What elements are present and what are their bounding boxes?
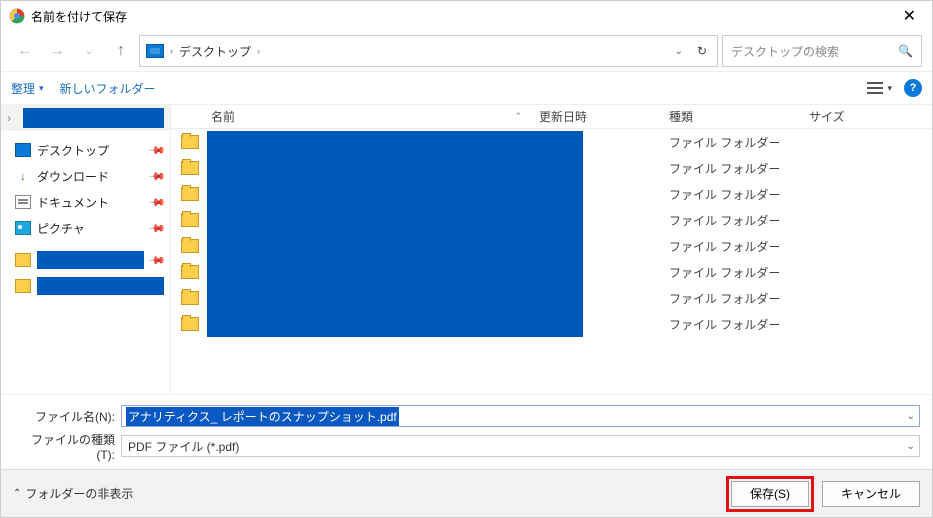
download-icon: ↓ (15, 169, 31, 183)
folder-icon (181, 213, 199, 227)
filetype-value: PDF ファイル (*.pdf) (128, 438, 239, 455)
main-area: › デスクトップ📌↓ダウンロード📌ドキュメント📌ピクチャ📌 📌 (1, 105, 932, 394)
save-button[interactable]: 保存(S) (731, 481, 809, 507)
picture-icon (15, 221, 31, 235)
footer: ⌃ フォルダーの非表示 保存(S) キャンセル (1, 469, 932, 517)
chevron-up-icon: ⌃ (13, 488, 21, 499)
pin-icon: 📌 (148, 193, 167, 212)
hide-folders-toggle[interactable]: ⌃ フォルダーの非表示 (13, 485, 133, 502)
folder-icon (181, 239, 199, 253)
chevron-down-icon: ▾ (39, 83, 44, 94)
folder-icon (181, 187, 199, 201)
redacted-block (37, 277, 164, 295)
up-button[interactable]: ↑ (107, 37, 135, 65)
column-header-date[interactable]: 更新日時 (531, 105, 661, 128)
nav-row: ← → ⌄ ↑ › デスクトップ › ⌄ ↻ デスクトップの検索 🔍 (1, 31, 932, 71)
sidebar-item-label: ドキュメント (37, 194, 144, 211)
app-icon (9, 8, 25, 24)
folder-icon (181, 265, 199, 279)
redacted-block (207, 131, 583, 337)
titlebar: 名前を付けて保存 ✕ (1, 1, 932, 31)
organize-button[interactable]: 整理 ▾ (11, 80, 44, 97)
window-title: 名前を付けて保存 (31, 8, 895, 25)
file-type-cell: ファイル フォルダー (661, 212, 801, 229)
sidebar-item-label: ピクチャ (37, 220, 144, 237)
refresh-icon[interactable]: ↻ (693, 44, 711, 58)
desktop-icon (15, 143, 31, 157)
search-input[interactable]: デスクトップの検索 🔍 (722, 35, 922, 67)
close-icon[interactable]: ✕ (895, 6, 924, 26)
file-list[interactable]: ファイル フォルダーファイル フォルダーファイル フォルダーファイル フォルダー… (171, 129, 932, 394)
view-button[interactable]: ▾ (867, 82, 892, 94)
cancel-button[interactable]: キャンセル (822, 481, 920, 507)
new-folder-button[interactable]: 新しいフォルダー (60, 80, 156, 97)
pin-icon: 📌 (148, 167, 167, 186)
column-header-size[interactable]: サイズ (801, 105, 932, 128)
file-type-cell: ファイル フォルダー (661, 134, 801, 151)
search-placeholder: デスクトップの検索 (731, 43, 839, 60)
sidebar-item-label: デスクトップ (37, 142, 144, 159)
bottom-panel: ファイル名(N): アナリティクス_ レポートのスナップショット.pdf ⌄ フ… (1, 394, 932, 469)
file-type-cell: ファイル フォルダー (661, 238, 801, 255)
file-type-cell: ファイル フォルダー (661, 160, 801, 177)
sidebar-item-redacted[interactable] (15, 273, 170, 299)
folder-icon (181, 135, 199, 149)
folder-icon (15, 279, 31, 293)
toolbar: 整理 ▾ 新しいフォルダー ▾ ? (1, 71, 932, 105)
pin-icon: 📌 (148, 251, 167, 270)
sidebar-selected-row[interactable]: › (1, 105, 170, 131)
folder-icon (15, 253, 31, 267)
help-icon[interactable]: ? (904, 79, 922, 97)
chevron-down-icon: ▾ (887, 83, 892, 94)
sort-indicator-icon: ⌃ (514, 111, 522, 122)
sidebar-item-desktop[interactable]: デスクトップ📌 (15, 137, 170, 163)
location-icon (146, 44, 164, 58)
column-header-name[interactable]: 名前 ⌃ (171, 105, 531, 128)
chevron-down-icon[interactable]: ⌄ (907, 411, 915, 422)
column-header-type[interactable]: 種類 (661, 105, 801, 128)
sidebar-quick-access: デスクトップ📌↓ダウンロード📌ドキュメント📌ピクチャ📌 (1, 131, 170, 241)
filename-label: ファイル名(N): (13, 408, 121, 425)
file-type-cell: ファイル フォルダー (661, 290, 801, 307)
forward-button[interactable]: → (43, 37, 71, 65)
sidebar-item-label: ダウンロード (37, 168, 144, 185)
address-dropdown-icon[interactable]: ⌄ (675, 46, 683, 57)
search-icon: 🔍 (898, 44, 913, 58)
folder-icon (181, 161, 199, 175)
redacted-block (23, 108, 164, 128)
recent-dropdown[interactable]: ⌄ (75, 37, 103, 65)
file-type-cell: ファイル フォルダー (661, 186, 801, 203)
filename-input[interactable]: アナリティクス_ レポートのスナップショット.pdf ⌄ (121, 405, 920, 427)
filetype-label: ファイルの種類(T): (13, 431, 121, 462)
column-header-row: 名前 ⌃ 更新日時 種類 サイズ (171, 105, 932, 129)
file-type-cell: ファイル フォルダー (661, 264, 801, 281)
redacted-block (37, 251, 144, 269)
crumb-sep-icon: › (257, 46, 260, 56)
sidebar-item-redacted[interactable]: 📌 (15, 247, 170, 273)
filename-value: アナリティクス_ レポートのスナップショット.pdf (126, 407, 399, 426)
chevron-right-icon: › (7, 111, 19, 125)
folder-icon (181, 291, 199, 305)
file-list-area: 名前 ⌃ 更新日時 種類 サイズ ファイル フォルダーファイル フォルダーファイ… (171, 105, 932, 394)
save-as-dialog: 名前を付けて保存 ✕ ← → ⌄ ↑ › デスクトップ › ⌄ ↻ デスクトップ… (0, 0, 933, 518)
folder-icon (181, 317, 199, 331)
crumb-sep-icon: › (170, 46, 173, 56)
filetype-select[interactable]: PDF ファイル (*.pdf) ⌄ (121, 435, 920, 457)
pin-icon: 📌 (148, 141, 167, 160)
pin-icon: 📌 (148, 219, 167, 238)
back-button[interactable]: ← (11, 37, 39, 65)
save-button-highlight: 保存(S) (726, 476, 814, 512)
sidebar: › デスクトップ📌↓ダウンロード📌ドキュメント📌ピクチャ📌 📌 (1, 105, 171, 394)
file-type-cell: ファイル フォルダー (661, 316, 801, 333)
chevron-down-icon[interactable]: ⌄ (907, 441, 915, 452)
document-icon (15, 195, 31, 209)
sidebar-extra: 📌 (1, 241, 170, 299)
address-bar[interactable]: › デスクトップ › ⌄ ↻ (139, 35, 718, 67)
sidebar-item-document[interactable]: ドキュメント📌 (15, 189, 170, 215)
breadcrumb-location[interactable]: デスクトップ (179, 43, 251, 60)
sidebar-item-download[interactable]: ↓ ダウンロード📌 (15, 163, 170, 189)
sidebar-item-picture[interactable]: ピクチャ📌 (15, 215, 170, 241)
